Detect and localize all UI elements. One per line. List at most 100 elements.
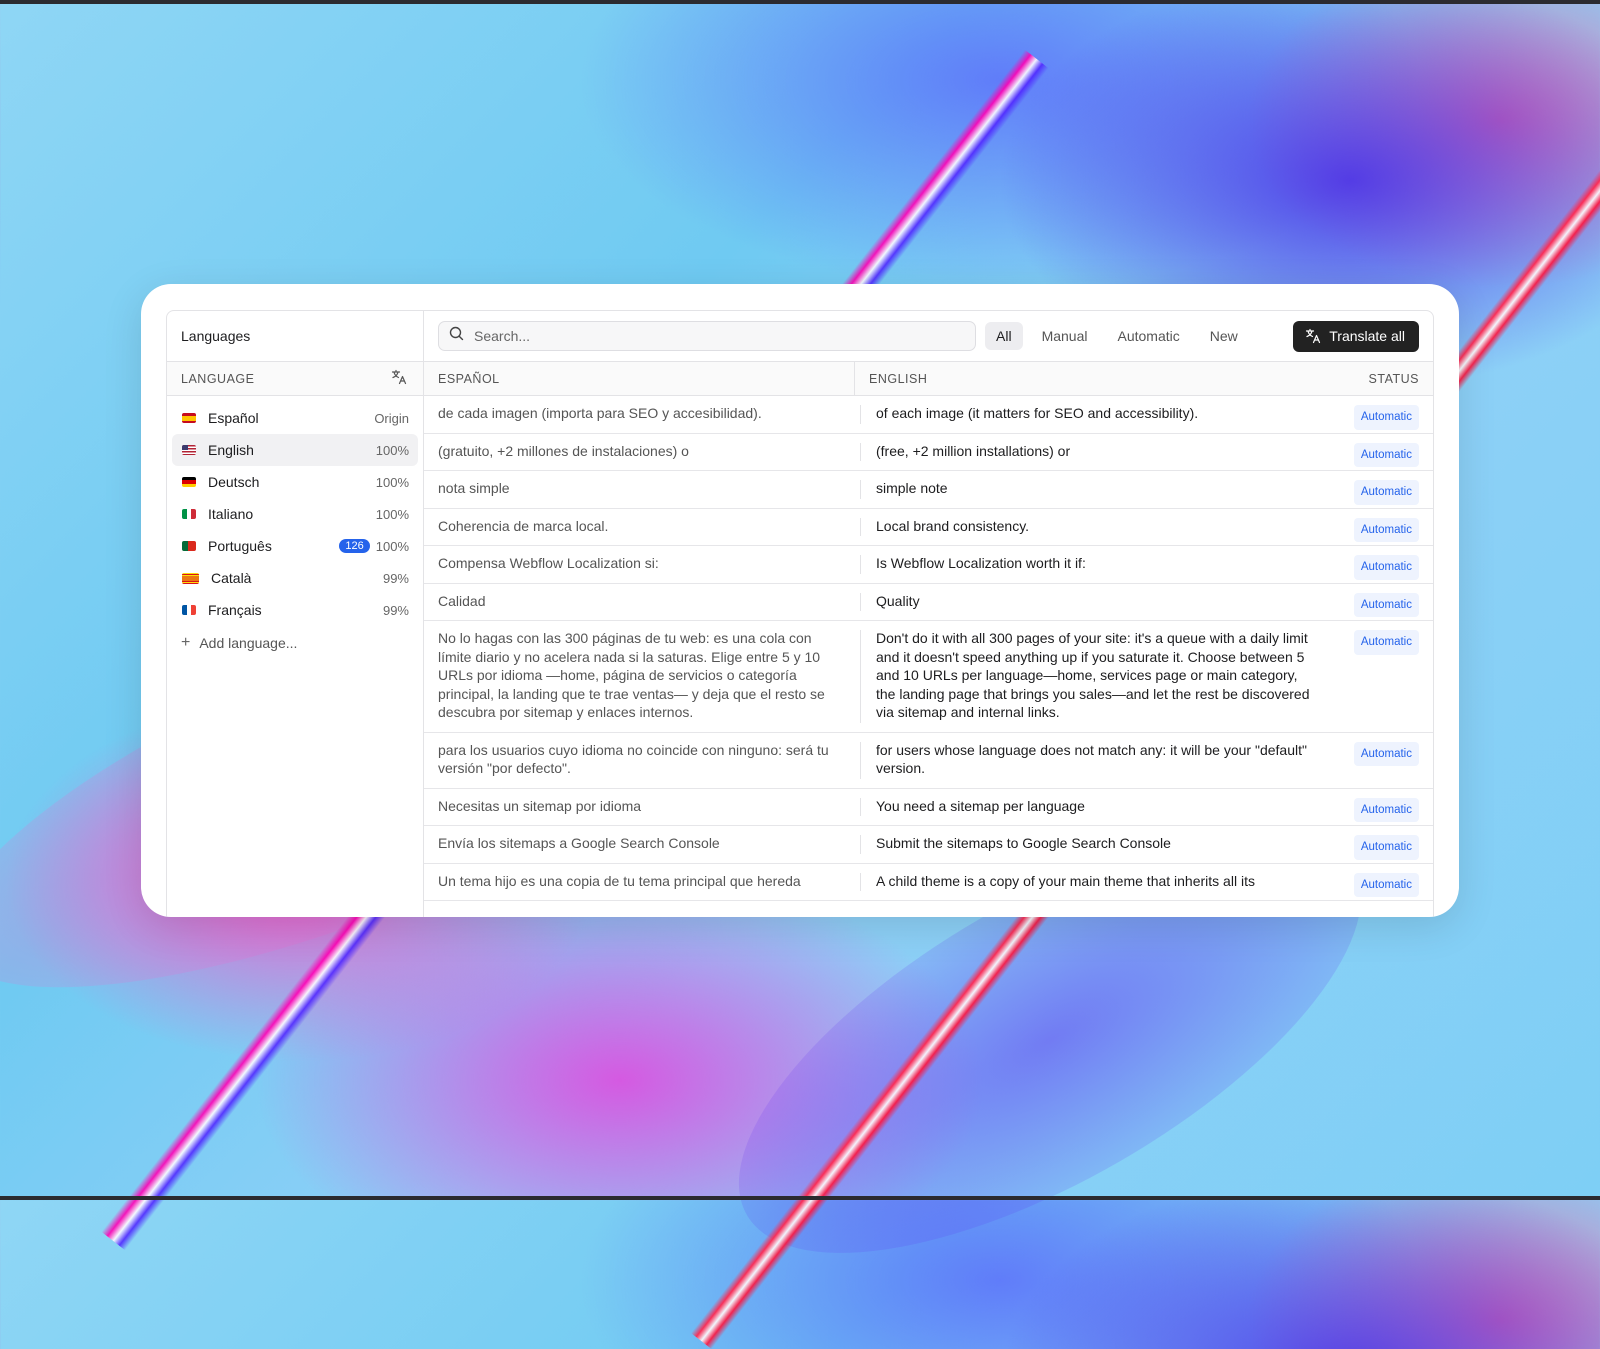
table-row[interactable]: nota simple simple note Automatic: [424, 471, 1433, 509]
filter-tab-manual[interactable]: Manual: [1031, 322, 1099, 350]
filter-tab-automatic[interactable]: Automatic: [1106, 322, 1190, 350]
language-item[interactable]: Français 99%: [172, 594, 418, 626]
pending-count-badge: 126: [339, 539, 370, 553]
panel-inner: Languages LANGUAGE Español Origin English 1…: [166, 310, 1434, 917]
flag-es-icon: [182, 413, 196, 423]
languages-sidebar: Languages LANGUAGE Español Origin English 1…: [167, 311, 424, 917]
language-name: English: [208, 442, 254, 458]
status-badge: Automatic: [1353, 797, 1419, 822]
table-row[interactable]: (gratuito, +2 millones de instalaciones)…: [424, 434, 1433, 471]
status-badge: Automatic: [1353, 872, 1419, 897]
language-list: Español Origin English 100% Deutsch 100% Itali…: [167, 396, 423, 626]
language-item[interactable]: Deutsch 100%: [172, 466, 418, 498]
sidebar-title: Languages: [167, 311, 423, 362]
filter-tab-all[interactable]: All: [985, 322, 1023, 350]
language-name: Español: [208, 410, 259, 426]
screen-bezel-bottom: [0, 1196, 1600, 1200]
language-name: Català: [211, 570, 252, 586]
status-badge: Automatic: [1353, 442, 1419, 467]
filter-tabs: All Manual Automatic New: [985, 322, 1257, 350]
translation-text-cell[interactable]: You need a sitemap per language: [855, 789, 1329, 826]
flag-fr-icon: [182, 605, 196, 615]
column-header-source: ESPAÑOL: [424, 362, 855, 395]
language-item[interactable]: Português 126 100%: [172, 530, 418, 562]
status-cell: Automatic: [1329, 546, 1433, 583]
filter-tab-new[interactable]: New: [1199, 322, 1249, 350]
language-name: Français: [208, 602, 262, 618]
table-row[interactable]: de cada imagen (importa para SEO y acces…: [424, 396, 1433, 434]
translation-text-cell[interactable]: Local brand consistency.: [855, 509, 1329, 546]
language-progress: 100%: [375, 538, 409, 554]
status-cell: Automatic: [1329, 733, 1433, 788]
translation-text-cell[interactable]: (free, +2 million installations) or: [855, 434, 1329, 471]
flag-us-icon: [182, 445, 196, 455]
table-row[interactable]: Necesitas un sitemap por idioma You need …: [424, 789, 1433, 826]
search-input[interactable]: [472, 327, 956, 345]
status-cell: Automatic: [1329, 434, 1433, 471]
plus-icon: +: [181, 634, 191, 651]
status-cell: Automatic: [1329, 789, 1433, 826]
translate-icon[interactable]: [391, 369, 407, 388]
status-badge: Automatic: [1353, 555, 1419, 580]
flag-it-icon: [182, 509, 196, 519]
status-badge: Automatic: [1353, 405, 1419, 430]
translation-text-cell[interactable]: of each image (it matters for SEO and ac…: [855, 396, 1329, 433]
table-row[interactable]: Un tema hijo es una copia de tu tema pri…: [424, 864, 1433, 901]
language-column-label: LANGUAGE: [181, 371, 255, 386]
table-row[interactable]: No lo hagas con las 300 páginas de tu we…: [424, 621, 1433, 733]
source-text-cell: de cada imagen (importa para SEO y acces…: [424, 396, 861, 433]
translation-text-cell[interactable]: for users whose language does not match …: [855, 733, 1329, 788]
flag-de-icon: [182, 477, 196, 487]
column-header-target: ENGLISH: [869, 371, 928, 386]
translation-text-cell[interactable]: Submit the sitemaps to Google Search Con…: [855, 826, 1329, 863]
status-badge: Automatic: [1353, 592, 1419, 617]
language-column-header: LANGUAGE: [167, 362, 423, 396]
column-header-status: STATUS: [1368, 371, 1419, 386]
language-progress: 100%: [375, 474, 409, 490]
language-name: Português: [208, 538, 272, 554]
status-cell: Automatic: [1329, 396, 1433, 433]
language-progress: Origin: [374, 410, 409, 426]
table-row[interactable]: Envía los sitemaps a Google Search Conso…: [424, 826, 1433, 864]
language-item[interactable]: Català 99%: [172, 562, 418, 594]
table-row[interactable]: para los usuarios cuyo idioma no coincid…: [424, 733, 1433, 789]
status-badge: Automatic: [1353, 835, 1419, 860]
table-row[interactable]: Coherencia de marca local. Local brand co…: [424, 509, 1433, 546]
screen-bezel-top: [0, 0, 1600, 4]
language-item[interactable]: English 100%: [172, 434, 418, 466]
translation-text-cell[interactable]: A child theme is a copy of your main the…: [855, 864, 1329, 901]
translation-text-cell[interactable]: simple note: [855, 471, 1329, 508]
source-text-cell: Un tema hijo es una copia de tu tema pri…: [424, 864, 861, 901]
source-text-cell: (gratuito, +2 millones de instalaciones)…: [424, 434, 861, 471]
source-text-cell: Calidad: [424, 584, 861, 621]
language-item[interactable]: Italiano 100%: [172, 498, 418, 530]
translate-all-label: Translate all: [1329, 328, 1405, 344]
flag-ca-icon: [182, 572, 199, 584]
source-text-cell: No lo hagas con las 300 páginas de tu we…: [424, 621, 861, 732]
language-item[interactable]: Español Origin: [172, 402, 418, 434]
language-progress: 99%: [382, 602, 409, 618]
status-cell: Automatic: [1329, 471, 1433, 508]
status-cell: Automatic: [1329, 826, 1433, 863]
toolbar: All ManualAutomatic New Translate all: [424, 311, 1433, 362]
status-cell: Automatic: [1329, 509, 1433, 546]
source-text-cell: nota simple: [424, 471, 861, 508]
source-text-cell: Envía los sitemaps a Google Search Conso…: [424, 826, 861, 863]
status-badge: Automatic: [1353, 741, 1419, 766]
search-box[interactable]: [438, 321, 976, 351]
table-row[interactable]: Calidad Quality Automatic: [424, 584, 1433, 621]
add-language-button[interactable]: + Add language...: [167, 628, 423, 658]
search-icon: [449, 326, 464, 346]
translation-text-cell[interactable]: Quality: [855, 584, 1329, 621]
translate-icon: [1306, 328, 1321, 344]
language-progress: 100%: [375, 442, 409, 458]
translation-text-cell[interactable]: Don't do it with all 300 pages of your s…: [855, 621, 1329, 732]
table-row[interactable]: Compensa Webflow Localization si: Is Webf…: [424, 546, 1433, 584]
status-cell: Automatic: [1329, 621, 1433, 732]
status-cell: Automatic: [1329, 584, 1433, 621]
source-text-cell: Coherencia de marca local.: [424, 509, 861, 546]
translation-text-cell[interactable]: Is Webflow Localization worth it if:: [855, 546, 1329, 583]
source-text-cell: Compensa Webflow Localization si:: [424, 546, 861, 583]
status-badge: Automatic: [1353, 630, 1419, 655]
translate-all-button[interactable]: Translate all: [1293, 320, 1419, 352]
